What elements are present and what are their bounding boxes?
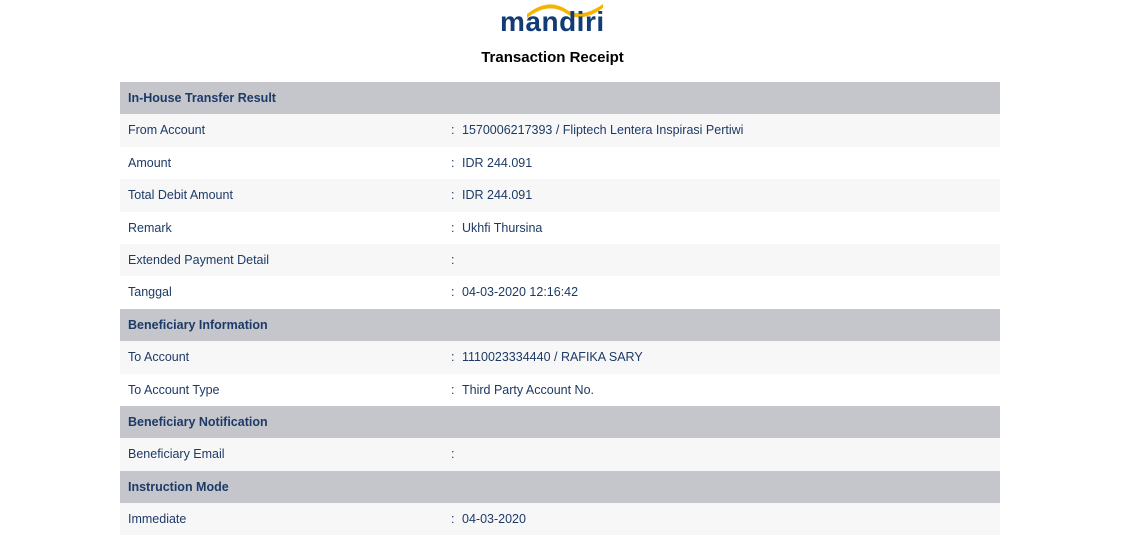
- row-label: Total Debit Amount: [128, 188, 233, 203]
- section-header-label: Beneficiary Notification: [128, 414, 268, 429]
- table-row: Remark : Ukhfi Thursina: [120, 211, 1000, 244]
- row-separator: :: [451, 155, 455, 170]
- row-value: 04-03-2020 12:16:42: [462, 285, 579, 300]
- section-header-label: Beneficiary Information: [128, 317, 268, 332]
- row-label: Extended Payment Detail: [128, 252, 270, 267]
- row-value: 1110023334440 / RAFIKA SARY: [462, 350, 643, 365]
- row-separator: :: [451, 350, 455, 365]
- row-label: Beneficiary Email: [128, 447, 225, 462]
- row-value: Third Party Account No.: [462, 382, 595, 397]
- section-header-instruction-mode: Instruction Mode: [120, 470, 1000, 504]
- row-label: From Account: [128, 123, 206, 138]
- receipt-table: In-House Transfer Result From Account : …: [120, 82, 1000, 536]
- row-label: Amount: [128, 155, 172, 170]
- mandiri-logo: mandiri: [480, 0, 640, 40]
- table-row: Tanggal : 04-03-2020 12:16:42: [120, 276, 1000, 309]
- section-header-label: Instruction Mode: [128, 479, 229, 494]
- row-separator: :: [451, 382, 455, 397]
- row-value: IDR 244.091: [462, 155, 533, 170]
- table-row: From Account : 1570006217393 / Fliptech …: [120, 114, 1000, 147]
- row-label: To Account: [128, 350, 190, 365]
- page-title: Transaction Receipt: [481, 49, 624, 66]
- section-header-label: In-House Transfer Result: [128, 91, 276, 105]
- table-row: Total Debit Amount : IDR 244.091: [120, 179, 1000, 212]
- row-separator: :: [451, 285, 455, 300]
- table-row: Amount : IDR 244.091: [120, 146, 1000, 180]
- row-separator: :: [451, 447, 455, 462]
- table-row: Immediate : 04-03-2020: [120, 503, 1000, 536]
- row-label: Tanggal: [128, 285, 172, 300]
- row-separator: :: [451, 512, 455, 527]
- section-header-transfer-result: In-House Transfer Result: [120, 82, 1000, 115]
- logo-wordmark: mandiri: [500, 6, 605, 37]
- row-label: To Account Type: [128, 382, 220, 397]
- row-separator: :: [451, 123, 455, 138]
- table-row: To Account : 1110023334440 / RAFIKA SARY: [120, 341, 1000, 374]
- row-label: Remark: [128, 220, 172, 235]
- row-label: Immediate: [128, 512, 187, 527]
- row-separator: :: [451, 188, 455, 203]
- row-value: Ukhfi Thursina: [462, 220, 543, 235]
- section-header-beneficiary-notification: Beneficiary Notification: [120, 405, 1000, 439]
- table-row: Beneficiary Email :: [120, 438, 1000, 471]
- section-header-beneficiary-information: Beneficiary Information: [120, 308, 1000, 342]
- row-value: IDR 244.091: [462, 188, 533, 203]
- row-value: 04-03-2020: [462, 512, 526, 527]
- table-row: To Account Type : Third Party Account No…: [120, 373, 1000, 406]
- row-separator: :: [451, 220, 455, 235]
- table-row: Extended Payment Detail :: [120, 243, 1000, 277]
- row-value: 1570006217393 / Fliptech Lentera Inspira…: [462, 123, 744, 138]
- row-separator: :: [451, 252, 455, 267]
